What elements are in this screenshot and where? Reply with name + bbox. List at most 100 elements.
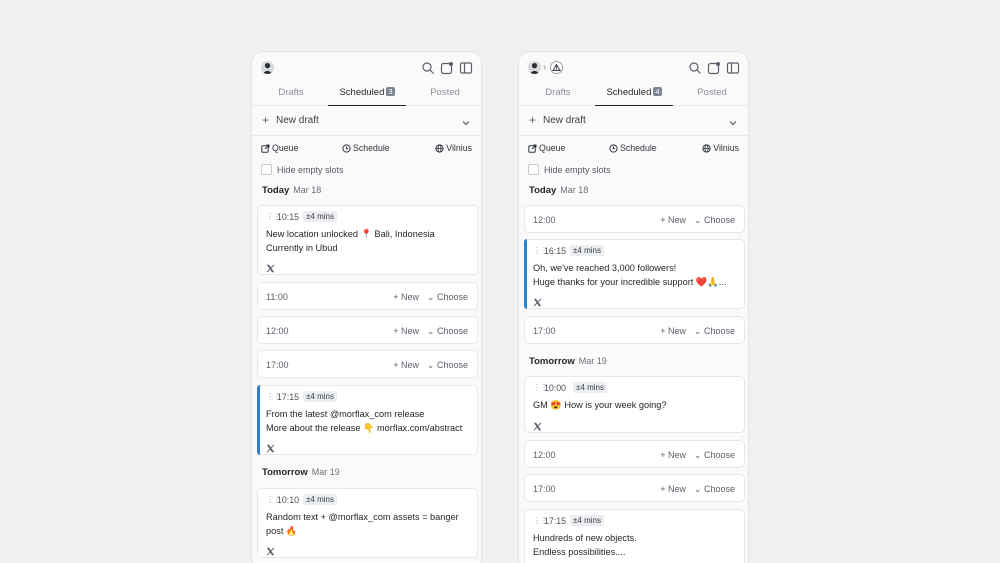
external-link-icon	[528, 144, 537, 153]
top-bar	[252, 61, 481, 77]
timezone-selector[interactable]: Vilnius	[435, 143, 472, 153]
new-post-button[interactable]: + New	[393, 360, 419, 370]
scheduler-panel-left: Drafts Scheduled 3 Posted + New draft Que…	[251, 51, 482, 563]
post-time: 10:00	[544, 383, 567, 393]
post-line: post 🔥	[266, 525, 298, 536]
scheduled-post-card[interactable]: ⋮⋮ 10:00 ±4 mins GM 😍 How is your week g…	[524, 376, 745, 433]
avatar[interactable]	[261, 61, 274, 74]
plus-icon: +	[262, 113, 270, 127]
choose-button[interactable]: ⌄ Choose	[427, 292, 468, 303]
queue-link[interactable]: Queue	[261, 143, 298, 153]
day-title: Today	[529, 185, 557, 196]
day-header-tomorrow: Tomorrow Mar 19	[262, 467, 340, 478]
globe-icon	[435, 143, 444, 153]
time-tolerance-badge: ±4 mins	[570, 515, 604, 526]
post-time: 10:15	[277, 212, 300, 222]
new-draft-button[interactable]: + New draft	[252, 107, 481, 136]
post-text: Random text + @morflax_com assets = bang…	[266, 511, 476, 538]
sidebar-toggle-icon[interactable]	[459, 61, 473, 75]
new-label: New	[400, 292, 419, 302]
choose-button[interactable]: ⌄ Choose	[427, 360, 468, 371]
post-text: GM 😍 How is your week going?	[533, 399, 743, 413]
tab-scheduled[interactable]: Scheduled 4	[595, 86, 673, 106]
search-icon[interactable]	[421, 61, 435, 75]
scheduled-post-card[interactable]: ⋮⋮ 16:15 ±4 mins Oh, we've reached 3,000…	[524, 239, 745, 309]
count-badge: 3	[386, 87, 395, 96]
scheduled-post-card[interactable]: ⋮⋮ 10:15 ±4 mins New location unlocked 📍…	[257, 205, 478, 275]
new-post-button[interactable]: + New	[393, 326, 419, 336]
x-logo-icon	[533, 418, 542, 431]
chevron-right-icon: ›	[543, 62, 547, 73]
slot-time: 17:00	[266, 360, 289, 370]
tab-posted[interactable]: Posted	[430, 86, 460, 106]
sidebar-toggle-icon[interactable]	[726, 61, 740, 75]
day-title: Tomorrow	[262, 467, 308, 478]
compose-icon[interactable]	[440, 61, 454, 75]
hide-empty-checkbox[interactable]	[261, 164, 272, 175]
queue-label: Queue	[272, 143, 299, 153]
chevron-down-icon[interactable]	[728, 115, 738, 126]
plus-icon: +	[529, 113, 537, 127]
choose-button[interactable]: ⌄ Choose	[427, 326, 468, 337]
chevron-down-icon[interactable]	[461, 115, 471, 126]
post-text: New location unlocked 📍 Bali, Indonesia …	[266, 228, 476, 255]
tab-scheduled[interactable]: Scheduled 3	[328, 86, 406, 106]
post-line: New location unlocked 📍 Bali, Indonesia	[266, 229, 435, 239]
post-line: From the latest @morflax_com release	[266, 409, 425, 419]
scheduled-post-card[interactable]: ⋮⋮ 10:10 ±4 mins Random text + @morflax_…	[257, 488, 478, 558]
new-post-button[interactable]: + New	[660, 215, 686, 225]
choose-label: Choose	[703, 484, 735, 494]
tab-label: Scheduled	[339, 87, 385, 98]
choose-button[interactable]: ⌄ Choose	[694, 484, 735, 495]
avatar[interactable]	[528, 61, 541, 74]
post-time: 10:10	[277, 495, 300, 505]
timezone-label: Vilnius	[713, 143, 739, 153]
post-line: Endless possibilities....	[533, 546, 626, 557]
tab-bar: Drafts Scheduled 4 Posted	[519, 84, 748, 106]
tab-label: Drafts	[278, 87, 304, 98]
top-bar: ›	[519, 61, 748, 77]
scheduled-post-card[interactable]: ⋮⋮ 17:15 ±4 mins From the latest @morfla…	[257, 385, 478, 455]
schedule-link[interactable]: Schedule	[609, 143, 657, 153]
tab-drafts[interactable]: Drafts	[543, 86, 573, 106]
tab-drafts[interactable]: Drafts	[276, 86, 306, 106]
tab-posted[interactable]: Posted	[697, 86, 727, 106]
time-slot: 12:00 + New ⌄ Choose	[524, 440, 745, 468]
search-icon[interactable]	[688, 61, 702, 75]
slot-time: 17:00	[533, 326, 556, 336]
choose-button[interactable]: ⌄ Choose	[694, 450, 735, 461]
new-post-button[interactable]: + New	[393, 292, 419, 302]
queue-link[interactable]: Queue	[528, 143, 565, 153]
new-draft-label: New draft	[276, 115, 319, 126]
post-line: Currently in Ubud	[266, 242, 338, 253]
hide-empty-checkbox[interactable]	[528, 164, 539, 175]
post-time: 17:15	[544, 516, 567, 526]
new-post-button[interactable]: + New	[660, 450, 686, 460]
tab-label: Scheduled	[606, 87, 652, 98]
x-logo-icon	[266, 543, 275, 556]
slot-time: 12:00	[533, 215, 556, 225]
post-line: GM 😍 How is your week going?	[533, 400, 667, 410]
queue-label: Queue	[539, 143, 566, 153]
tab-label: Posted	[697, 87, 727, 98]
post-line: Random text + @morflax_com assets = bang…	[266, 512, 459, 522]
choose-button[interactable]: ⌄ Choose	[694, 215, 735, 226]
day-header-tomorrow: Tomorrow Mar 19	[529, 356, 607, 367]
new-post-button[interactable]: + New	[660, 326, 686, 336]
timezone-selector[interactable]: Vilnius	[702, 143, 739, 153]
day-date: Mar 19	[578, 356, 607, 366]
new-label: New	[667, 215, 686, 225]
schedule-link[interactable]: Schedule	[342, 143, 390, 153]
scheduled-post-card[interactable]: ⋮⋮ 17:15 ±4 mins Hundreds of new objects…	[524, 509, 745, 563]
post-line: Huge thanks for your incredible support …	[533, 276, 727, 287]
choose-button[interactable]: ⌄ Choose	[694, 326, 735, 337]
compose-icon[interactable]	[707, 61, 721, 75]
new-label: New	[667, 326, 686, 336]
new-draft-button[interactable]: + New draft	[519, 107, 748, 136]
time-tolerance-badge: ±4 mins	[303, 391, 337, 402]
new-post-button[interactable]: + New	[660, 484, 686, 494]
post-time: 17:15	[277, 392, 300, 402]
post-line: Oh, we've reached 3,000 followers!	[533, 263, 677, 273]
brand-avatar[interactable]	[550, 61, 563, 74]
x-logo-icon	[266, 260, 275, 273]
